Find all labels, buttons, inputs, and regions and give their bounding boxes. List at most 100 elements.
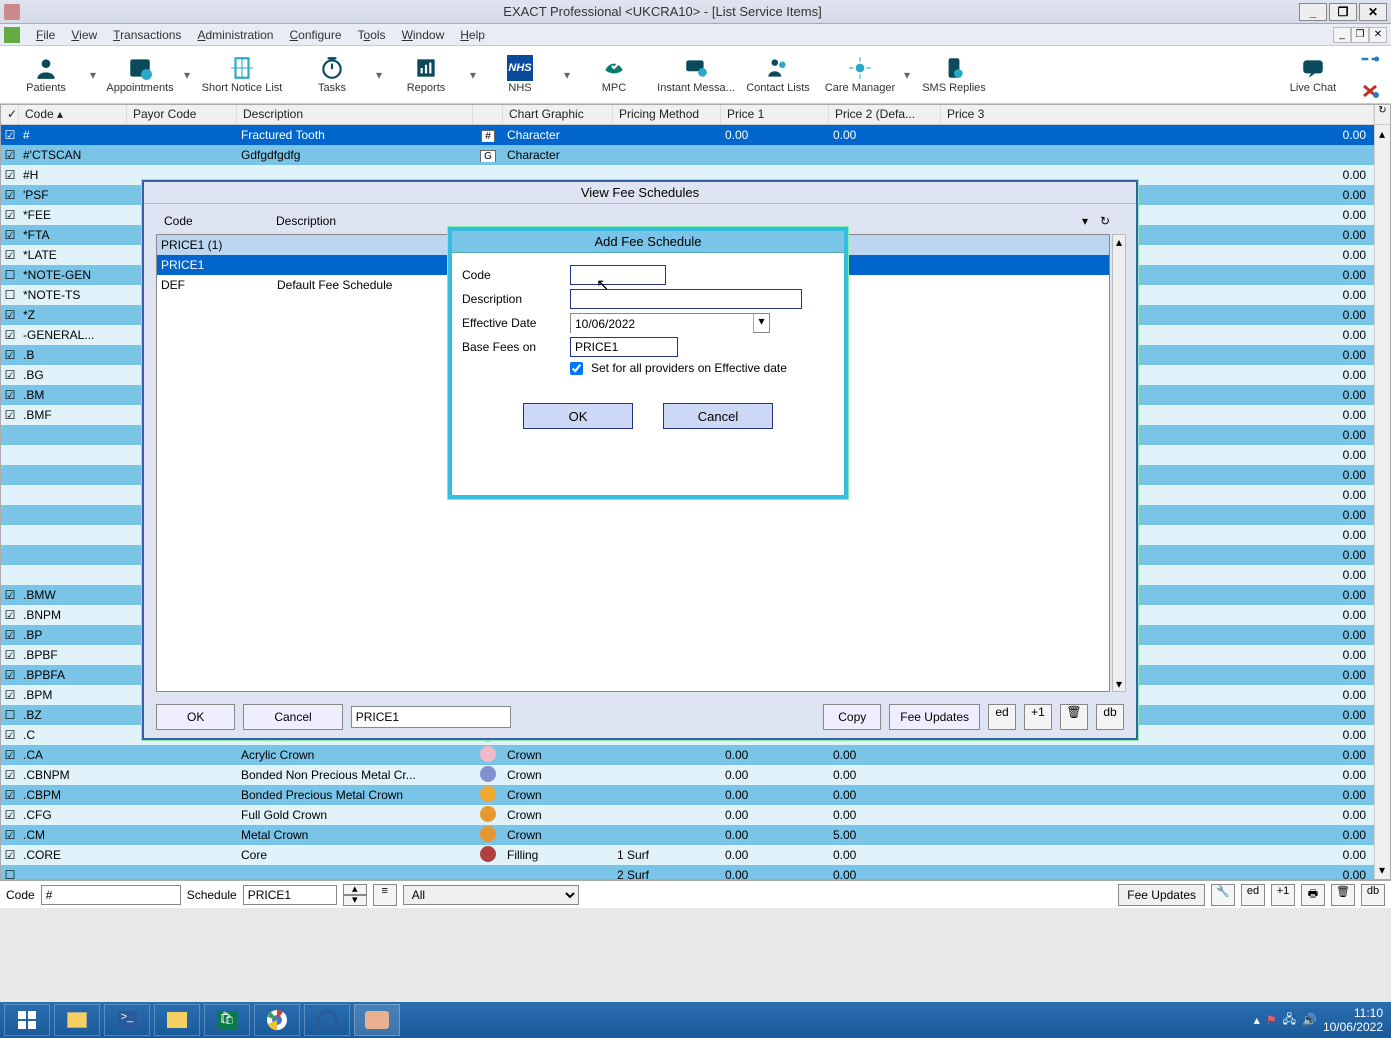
table-row[interactable]: ☑.CMMetal CrownCrown0.005.000.00: [1, 825, 1374, 845]
delete-icon[interactable]: 🗑: [1331, 884, 1355, 906]
plus1-icon[interactable]: +1: [1271, 884, 1295, 906]
live-chat-button[interactable]: Live Chat: [1273, 50, 1353, 100]
table-row[interactable]: ☑#'CTSCANGdfgdfgdfgGCharacter: [1, 145, 1374, 165]
fs-fee-updates-button[interactable]: Fee Updates: [889, 704, 980, 730]
mdi-close[interactable]: ✕: [1369, 27, 1387, 43]
start-button[interactable]: [4, 1004, 50, 1036]
add-base-input[interactable]: [570, 337, 678, 357]
toolbar-link-icon[interactable]: [1355, 44, 1385, 74]
fs-cancel-button[interactable]: Cancel: [243, 704, 342, 730]
toolbar-close-icon[interactable]: [1355, 76, 1385, 106]
care-manager-button[interactable]: Care Manager: [820, 50, 900, 100]
mpc-button[interactable]: MPC: [574, 50, 654, 100]
task-chrome[interactable]: [254, 1004, 300, 1036]
db-icon[interactable]: db: [1361, 884, 1385, 906]
menu-tools[interactable]: Tools: [350, 26, 394, 44]
app-menu-icon[interactable]: [4, 27, 20, 43]
minimize-button[interactable]: _: [1299, 3, 1327, 21]
add-ok-button[interactable]: OK: [523, 403, 633, 429]
add-providers-checkbox[interactable]: [570, 362, 583, 375]
schedule-up[interactable]: ▴: [343, 884, 367, 895]
menu-transactions[interactable]: Transactions: [105, 26, 189, 44]
schedule-list-icon[interactable]: ≡: [373, 884, 397, 906]
fs-scrollbar[interactable]: ▴ ▾: [1112, 234, 1126, 692]
contact-lists-button[interactable]: Contact Lists: [738, 50, 818, 100]
fs-col-dropdown[interactable]: ▾: [1074, 212, 1092, 232]
print-icon[interactable]: 🖶: [1301, 884, 1325, 906]
reports-dropdown[interactable]: ▾: [468, 68, 478, 82]
reports-button[interactable]: Reports: [386, 50, 466, 100]
fs-delete-icon[interactable]: 🗑: [1060, 704, 1088, 730]
table-row[interactable]: ☑.CORECoreFilling1 Surf0.000.000.00: [1, 845, 1374, 865]
add-cancel-button[interactable]: Cancel: [663, 403, 773, 429]
col-price2[interactable]: Price 2 (Defa...: [829, 105, 941, 124]
task-folder[interactable]: [154, 1004, 200, 1036]
shortnotice-button[interactable]: Short Notice List: [194, 50, 290, 100]
add-effective-input[interactable]: [571, 314, 753, 334]
fs-col-code[interactable]: Code: [156, 212, 268, 232]
category-filter[interactable]: All: [403, 885, 579, 905]
tasks-dropdown[interactable]: ▾: [374, 68, 384, 82]
col-pricing[interactable]: Pricing Method: [613, 105, 721, 124]
tasks-button[interactable]: Tasks: [292, 50, 372, 100]
add-desc-input[interactable]: [570, 289, 802, 309]
task-powershell[interactable]: >_: [104, 1004, 150, 1036]
care-dropdown[interactable]: ▾: [902, 68, 912, 82]
grid-scrollbar[interactable]: ↻ ▴ ▾: [1374, 105, 1390, 879]
table-row[interactable]: ☑.CAAcrylic CrownCrown0.000.000.00: [1, 745, 1374, 765]
menu-administration[interactable]: Administration: [189, 26, 281, 44]
fs-scroll-down[interactable]: ▾: [1113, 677, 1125, 691]
menu-configure[interactable]: Configure: [281, 26, 349, 44]
col-price3[interactable]: Price 3: [941, 105, 1374, 124]
col-cgicon[interactable]: [473, 105, 503, 124]
instant-messaging-button[interactable]: Instant Messa...: [656, 50, 736, 100]
menu-view[interactable]: View: [63, 26, 105, 44]
patients-button[interactable]: Patients: [6, 50, 86, 100]
col-code[interactable]: Code ▴: [19, 105, 127, 124]
tray-network-icon[interactable]: 🖧: [1283, 1010, 1296, 1031]
nhs-dropdown[interactable]: ▾: [562, 68, 572, 82]
schedule-filter-input[interactable]: [243, 885, 337, 905]
fee-updates-button[interactable]: Fee Updates: [1118, 884, 1205, 906]
menu-file[interactable]: File: [28, 26, 63, 44]
task-explorer[interactable]: [54, 1004, 100, 1036]
add-code-input[interactable]: [570, 265, 666, 285]
fs-plus1-icon[interactable]: +1: [1024, 704, 1052, 730]
tool-icon[interactable]: 🔧: [1211, 884, 1235, 906]
table-row[interactable]: ☑#Fractured Tooth#Character0.000.000.00: [1, 125, 1374, 145]
fs-code-input[interactable]: [351, 706, 511, 728]
grid-refresh-icon[interactable]: ↻: [1375, 105, 1390, 125]
schedule-down[interactable]: ▾: [343, 895, 367, 906]
col-chartgraphic[interactable]: Chart Graphic: [503, 105, 613, 124]
col-description[interactable]: Description: [237, 105, 473, 124]
task-store[interactable]: 🛍: [204, 1004, 250, 1036]
table-row[interactable]: ☑.CBNPMBonded Non Precious Metal Cr...Cr…: [1, 765, 1374, 785]
edit-cell-icon[interactable]: ed: [1241, 884, 1265, 906]
fs-copy-button[interactable]: Copy: [823, 704, 881, 730]
mdi-minimize[interactable]: _: [1333, 27, 1351, 43]
add-effective-dropdown[interactable]: ▾: [753, 314, 769, 332]
task-exact[interactable]: [354, 1004, 400, 1036]
col-checkbox[interactable]: ✓: [1, 105, 19, 124]
appointments-button[interactable]: Appointments: [100, 50, 180, 100]
maximize-button[interactable]: ❐: [1329, 3, 1357, 21]
sms-replies-button[interactable]: SMS Replies: [914, 50, 994, 100]
table-row[interactable]: ☐2 Surf0.000.000.00: [1, 865, 1374, 879]
close-button[interactable]: ✕: [1359, 3, 1387, 21]
scroll-down[interactable]: ▾: [1375, 863, 1389, 877]
tray-clock[interactable]: 11:10 10/06/2022: [1323, 1006, 1383, 1034]
menu-help[interactable]: Help: [452, 26, 493, 44]
tray-up-icon[interactable]: ▴: [1254, 1013, 1260, 1027]
table-row[interactable]: ☑.CBPMBonded Precious Metal CrownCrown0.…: [1, 785, 1374, 805]
code-filter-input[interactable]: [41, 885, 181, 905]
fs-db-icon[interactable]: db: [1096, 704, 1124, 730]
task-headset[interactable]: [304, 1004, 350, 1036]
fs-edit-icon[interactable]: ed: [988, 704, 1016, 730]
col-payor[interactable]: Payor Code: [127, 105, 237, 124]
table-row[interactable]: ☑.CFGFull Gold CrownCrown0.000.000.00: [1, 805, 1374, 825]
nhs-button[interactable]: NHSNHS: [480, 50, 560, 100]
patients-dropdown[interactable]: ▾: [88, 68, 98, 82]
appointments-dropdown[interactable]: ▾: [182, 68, 192, 82]
tray-flag-icon[interactable]: ⚑: [1266, 1013, 1277, 1027]
tray-sound-icon[interactable]: 🔊: [1302, 1013, 1317, 1027]
